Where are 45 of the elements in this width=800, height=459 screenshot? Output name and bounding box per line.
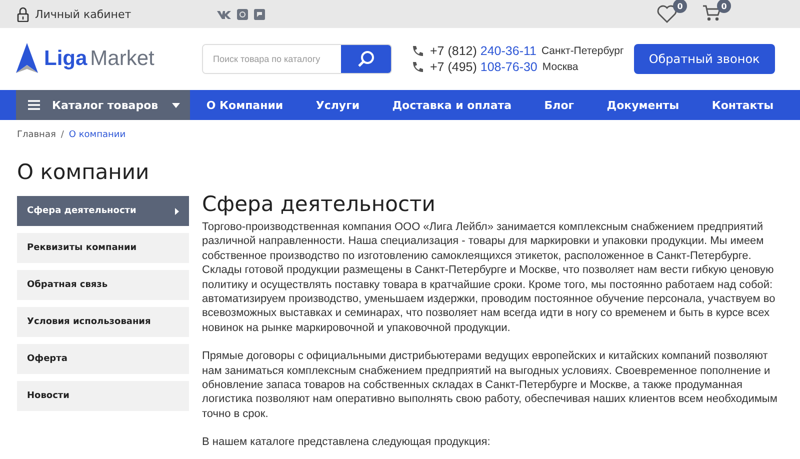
sidebar-item[interactable]: Сфера деятельности (17, 196, 189, 226)
chat-icon[interactable] (254, 8, 265, 20)
instagram-icon[interactable] (237, 8, 248, 20)
breadcrumb-link[interactable]: Главная (17, 130, 56, 140)
page-title: О компании (17, 160, 150, 184)
sidebar-item[interactable]: Условия использования (17, 307, 189, 337)
search-field[interactable]: Поиск товара по каталогу (202, 44, 392, 74)
search-icon (357, 50, 375, 68)
search-button[interactable] (341, 45, 391, 73)
logo-icon (16, 43, 38, 75)
nav-link[interactable]: Контакты (712, 98, 774, 112)
vk-icon[interactable] (217, 10, 231, 18)
nav-link[interactable]: Услуги (316, 98, 360, 112)
paragraph: Прямые договоры с официальными дистрибьютерами ведущих европейских и китайских компаний позволяют нам заниматься комплексным снабжением предприятий на выгодных условиях. Своевременное пополнение и обновление запаса товаров на собственных складах в Санкт-Петербурге и Москве, а также продуманная логистика позволяют нам оперативно выполнять свою работу, обеспечивая наших клиентов всем необходимым точно в срок. (202, 349, 778, 422)
nav-link[interactable]: Документы (606, 98, 680, 112)
cart-count: 0 (717, 0, 731, 13)
sidebar-item[interactable]: Обратная связь (17, 270, 189, 300)
sidebar-item[interactable]: Новости (17, 381, 189, 411)
catalog-button[interactable]: Каталог товаров (16, 90, 190, 120)
section-heading: Сфера деятельности (202, 192, 436, 216)
cart-icon[interactable] (703, 5, 721, 22)
paragraph: В нашем каталоге представлена следующая продукция: (202, 435, 492, 450)
breadcrumb-link[interactable]: О компании (68, 130, 126, 140)
paragraph: Торгово-производственная компания ООО «Лига Лейбл» занимается комплексным снабжением предприятий различной направленности. Наша специализация - товары для маркировки и упаковки продукции. Мы имеем собственное производство по изготовлению самоклеящихся этикеток, расположенное в Санкт-Петербурге. Склады готовой продукции размещены в Санкт-Петербурге и Москве, что позволяет нам вести гибкую ценовую политику и осуществлять поставку товара в кратчайшие сроки. Кроме того, мы постоянно работаем над собой: автоматизируем производство, уменьшаем издержки, проводим постоянное обучение персонала, участвуем во всевозможных выставках и семинарах, что позволяет нам всегда идти в ногу со временем и быть в курсе всех новинок на рынке маркировочной и упаковочной продукции. (202, 220, 776, 336)
favorites-count: 0 (673, 0, 687, 13)
caret-icon (172, 102, 180, 108)
breadcrumb-separator: / (60, 130, 64, 140)
sidebar-item[interactable]: Оферта (17, 344, 189, 374)
city-label: Санкт-Петербург (541, 45, 624, 57)
phone-icon (412, 45, 425, 57)
nav-link[interactable]: О Компании (206, 98, 284, 112)
nav-link[interactable]: Доставка и оплата (392, 98, 512, 112)
nav-link[interactable]: Блог (544, 98, 574, 112)
callback-button[interactable]: Обратный звонок (634, 44, 775, 74)
phone-icon (412, 61, 425, 73)
sidebar-item[interactable]: Реквизиты компании (17, 233, 189, 263)
logo-text[interactable]: LigaMarket (44, 47, 154, 71)
caret-icon (175, 208, 179, 214)
heart-icon[interactable] (657, 5, 677, 23)
phone-number[interactable]: +7 (495) 108-76-30 (430, 60, 538, 74)
phone-number[interactable]: +7 (812) 240-36-11 (430, 44, 536, 58)
lock-icon (17, 6, 29, 22)
menu-icon (28, 100, 40, 110)
account-link[interactable]: Личный кабинет (35, 8, 132, 20)
city-label: Москва (542, 61, 578, 73)
